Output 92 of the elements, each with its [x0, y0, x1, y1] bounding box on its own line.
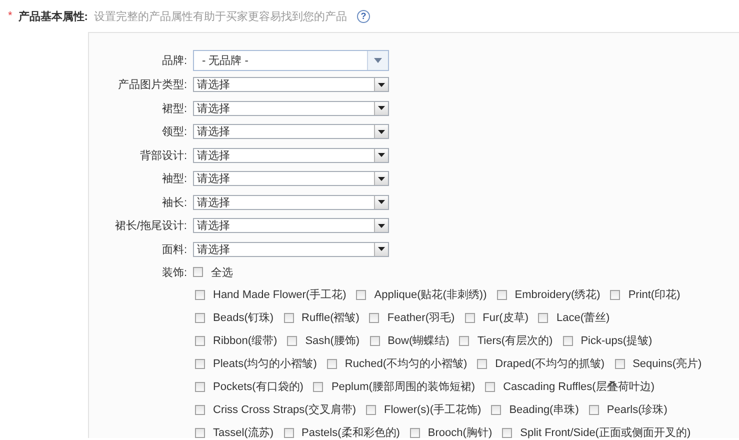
checkbox[interactable] [195, 428, 205, 438]
checkbox[interactable] [485, 382, 496, 392]
checkbox-label: Lace(蕾丝) [556, 310, 610, 325]
caret-icon [378, 106, 385, 110]
checkbox[interactable] [195, 382, 205, 392]
brand-dropdown[interactable]: - 无品牌 - [193, 50, 389, 70]
checkbox-label: Sequins(亮片) [632, 356, 702, 371]
checkbox-label: Tiers(有层次的) [477, 334, 553, 348]
checkbox[interactable] [195, 290, 205, 300]
dropdown[interactable]: 请选择 [193, 148, 389, 163]
checkbox[interactable] [464, 312, 475, 322]
field-label: 产品图片类型: [116, 78, 187, 92]
checkbox-label: Flower(s)(手工花饰) [384, 403, 482, 417]
checkbox-label: Pastels(柔和彩色的) [302, 426, 400, 440]
dropdown[interactable]: 请选择 [193, 218, 389, 234]
checkbox-label: Print(印花) [628, 288, 680, 302]
checkbox-label: Hand Made Flower(手工花) [213, 288, 346, 302]
checkbox-label: 全选 [211, 266, 233, 280]
checkbox[interactable] [369, 312, 380, 322]
field-label: 面料: [160, 242, 187, 257]
checkbox[interactable] [195, 312, 205, 322]
caret-icon [378, 224, 385, 228]
dropdown[interactable]: 请选择 [193, 171, 389, 186]
checkbox-label: Cascading Ruffles(层叠荷叶边) [503, 380, 654, 394]
field-label: 品牌: [160, 54, 187, 68]
checkbox-label: Criss Cross Straps(交叉肩带) [213, 402, 356, 417]
checkbox-label: Peplum(腰部周围的装饰短裙) [331, 380, 476, 394]
checkbox-label: Ruched(不均匀的小褶皱) [344, 357, 468, 371]
checkbox[interactable] [502, 428, 512, 438]
section-title: 产品基本属性: [18, 10, 88, 24]
checkbox-label: Bow(蝴蝶结) [388, 334, 450, 348]
checkbox-label: Ruffle(褶皱) [302, 311, 360, 325]
dropdown[interactable]: 请选择 [193, 124, 389, 140]
help-icon[interactable]: ? [356, 10, 370, 22]
checkbox-label: Fur(皮草) [482, 311, 528, 325]
checkbox[interactable] [370, 336, 380, 346]
checkbox-label: Brooch(胸针) [428, 426, 492, 440]
checkbox-label: Pockets(有口袋的) [213, 380, 304, 394]
field-label: 背部设计: [138, 148, 187, 163]
checkbox-label: Ribbon(缎带) [213, 334, 278, 348]
checkbox[interactable] [313, 382, 324, 392]
checkbox[interactable] [538, 312, 548, 322]
dropdown[interactable]: 请选择 [193, 100, 389, 116]
checkbox-label: Pearls(珍珠) [606, 403, 668, 417]
field-label: 装饰: [160, 266, 187, 280]
field-label: 领型: [160, 125, 187, 140]
checkbox[interactable] [284, 428, 294, 438]
checkbox-label: Beads(钉珠) [213, 311, 274, 325]
caret-icon [378, 82, 385, 87]
caret-icon [378, 247, 385, 252]
field-label: 袖型: [160, 172, 187, 186]
checkbox-label: Draped(不均匀的抓皱) [495, 357, 605, 371]
checkbox[interactable] [195, 336, 205, 346]
dropdown[interactable]: 请选择 [193, 242, 389, 257]
checkbox-label: Pick-ups(提皱) [580, 334, 652, 348]
checkbox[interactable] [610, 290, 620, 300]
checkbox[interactable] [496, 290, 507, 300]
dropdown[interactable]: 请选择 [193, 77, 389, 92]
caret-icon [378, 200, 385, 204]
checkbox[interactable] [459, 336, 470, 346]
checkbox[interactable] [562, 336, 573, 346]
checkbox[interactable] [410, 428, 420, 438]
checkbox[interactable] [588, 404, 599, 414]
checkbox-label: Applique(贴花(非刺绣)) [374, 288, 487, 302]
field-label: 袖长: [160, 196, 187, 210]
checkbox-label: Beading(串珠) [509, 403, 579, 417]
caret-icon [378, 130, 385, 134]
dropdown[interactable]: 请选择 [193, 194, 389, 210]
checkbox[interactable] [491, 404, 502, 414]
checkbox[interactable] [356, 290, 366, 300]
caret-icon [378, 176, 385, 181]
required-mark: * [8, 10, 12, 22]
checkbox[interactable] [287, 336, 298, 346]
checkbox[interactable] [284, 312, 294, 322]
hint-text: 设置完整的产品属性有助于买家更容易找到您的产品 [94, 10, 347, 24]
checkbox[interactable] [614, 358, 625, 368]
checkbox-label: Split Front/Side(正面或侧面开叉的) [520, 426, 691, 440]
checkbox[interactable] [326, 358, 337, 368]
checkbox[interactable] [195, 404, 205, 414]
checkbox-label: Embroidery(绣花) [514, 288, 600, 302]
checkbox-label: Tassel(流苏) [213, 426, 274, 440]
checkbox-label: Feather(羽毛) [387, 310, 455, 325]
checkbox-label: Pleats(均匀的小褶皱) [213, 357, 317, 371]
field-label: 裙型: [160, 102, 187, 116]
checkbox[interactable] [477, 358, 488, 368]
checkbox[interactable] [195, 358, 205, 368]
field-label: 裙长/拖尾设计: [114, 219, 187, 234]
checkbox[interactable] [193, 267, 203, 277]
checkbox[interactable] [366, 404, 376, 414]
caret-icon [374, 58, 382, 62]
checkbox-label: Sash(腰饰) [305, 334, 360, 348]
caret-icon [378, 153, 385, 158]
